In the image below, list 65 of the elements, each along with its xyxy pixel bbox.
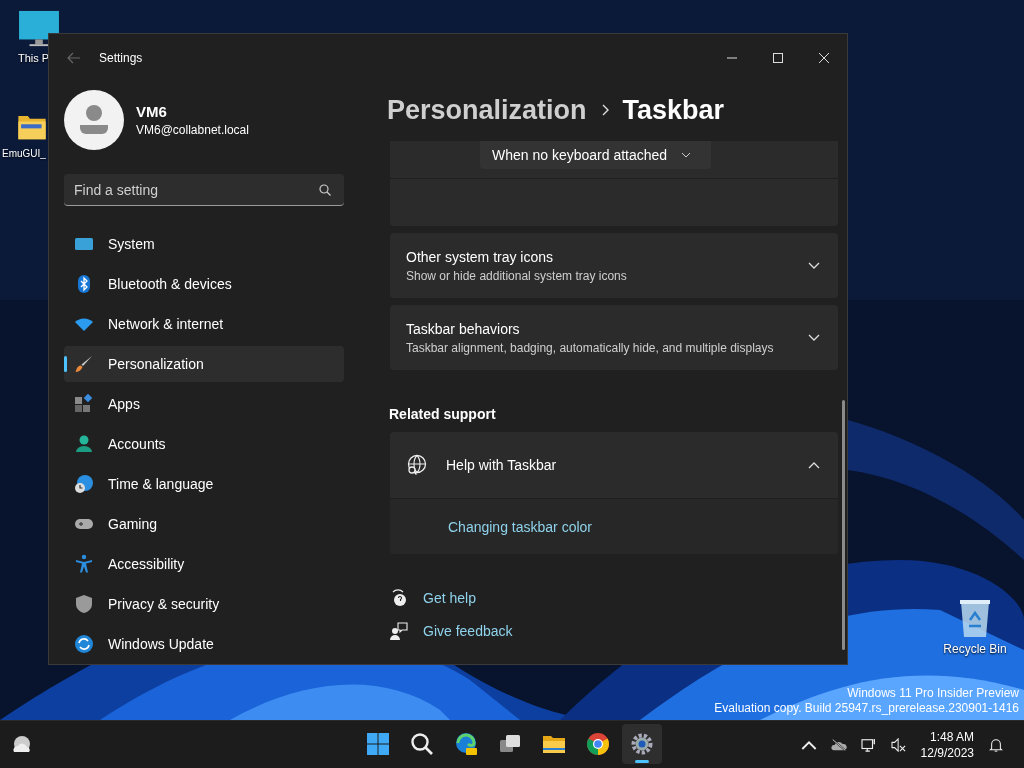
- back-arrow-icon[interactable]: [67, 52, 81, 64]
- chevron-down-icon: [681, 152, 692, 158]
- desktop-icon-label: Recycle Bin: [943, 642, 1007, 656]
- footer-link[interactable]: Give feedback: [423, 623, 513, 639]
- notification-bell-icon[interactable]: [988, 737, 1004, 752]
- nav-item[interactable]: Accounts: [64, 426, 344, 462]
- refresh-icon: [74, 634, 94, 654]
- section-heading: Related support: [389, 406, 497, 422]
- search-icon: [410, 732, 434, 756]
- card-description: Taskbar alignment, badging, automatically hide, and multiple displays: [406, 340, 775, 355]
- nav-item[interactable]: Privacy & security: [64, 586, 344, 622]
- expander-card[interactable]: Other system tray icons Show or hide additional system tray icons: [390, 233, 838, 298]
- nav-item[interactable]: Personalization: [64, 346, 344, 382]
- nav-item[interactable]: System: [64, 226, 344, 262]
- desktop-icon-label: This P: [18, 52, 50, 64]
- nav-item[interactable]: Bluetooth & devices: [64, 266, 344, 302]
- card-description: Show or hide additional system tray icons: [406, 268, 628, 283]
- user-name: VM6: [136, 103, 168, 120]
- accessibility-icon: [74, 554, 94, 574]
- apps-icon: [74, 394, 94, 414]
- scrollbar-thumb[interactable]: [842, 400, 845, 650]
- help-link[interactable]: Changing taskbar color: [448, 518, 592, 535]
- dropdown[interactable]: When no keyboard attached: [480, 141, 712, 169]
- shield-icon: [74, 594, 94, 614]
- clock-date[interactable]: 12/9/2023: [920, 744, 974, 761]
- chrome-icon: [586, 732, 610, 756]
- nav-item[interactable]: Gaming: [64, 506, 344, 542]
- help-chat-icon: [390, 589, 408, 607]
- browser-icon: [454, 732, 478, 756]
- build-info-text: Windows 11 Pro Insider Preview: [847, 686, 1019, 701]
- user-email: VM6@collabnet.local: [136, 123, 249, 137]
- taskbar-app[interactable]: [622, 724, 662, 764]
- search-field[interactable]: Find a setting: [64, 174, 344, 206]
- nav-item[interactable]: Windows Update: [64, 626, 344, 662]
- nav-item[interactable]: Time & language: [64, 466, 344, 502]
- maximize-icon[interactable]: [773, 53, 783, 63]
- globe-clock-icon: [74, 474, 94, 494]
- desktop-icon-label: EmuGUI_: [2, 148, 46, 159]
- speaker-muted-icon[interactable]: [890, 737, 907, 752]
- cloud-off-icon[interactable]: [830, 737, 847, 752]
- close-icon[interactable]: [819, 53, 829, 63]
- globe-search-icon: [406, 454, 428, 476]
- clock-time[interactable]: 1:48 AM: [929, 728, 974, 745]
- selection-indicator: [64, 356, 67, 372]
- avatar-icon: [64, 90, 124, 150]
- chevron-right-icon: [600, 104, 609, 116]
- nav-item[interactable]: Apps: [64, 386, 344, 422]
- expander-card[interactable]: Taskbar behaviors Taskbar alignment, badging, automatically hide, and multiple displays: [390, 305, 838, 370]
- paintbrush-icon: [74, 354, 94, 374]
- window-title: Settings: [99, 51, 143, 65]
- feedback-icon: [390, 622, 408, 640]
- running-indicator: [635, 760, 649, 763]
- search-icon: [319, 184, 331, 196]
- nav-item[interactable]: Accessibility: [64, 546, 344, 582]
- person-icon: [74, 434, 94, 454]
- breadcrumb-link[interactable]: Personalization: [387, 94, 587, 126]
- settings-icon: [630, 732, 654, 756]
- card-title: Taskbar behaviors: [406, 320, 521, 337]
- network-icon[interactable]: [860, 737, 877, 752]
- nav-item[interactable]: Network & internet: [64, 306, 344, 342]
- card-title: Other system tray icons: [406, 248, 555, 265]
- page-title: Taskbar: [622, 94, 725, 126]
- build-info-text: Evaluation copy. Build 25947.rs_prerelease.230901-1416: [714, 701, 1019, 716]
- windows-logo-icon: [366, 732, 390, 756]
- footer-link[interactable]: Get help: [423, 590, 476, 606]
